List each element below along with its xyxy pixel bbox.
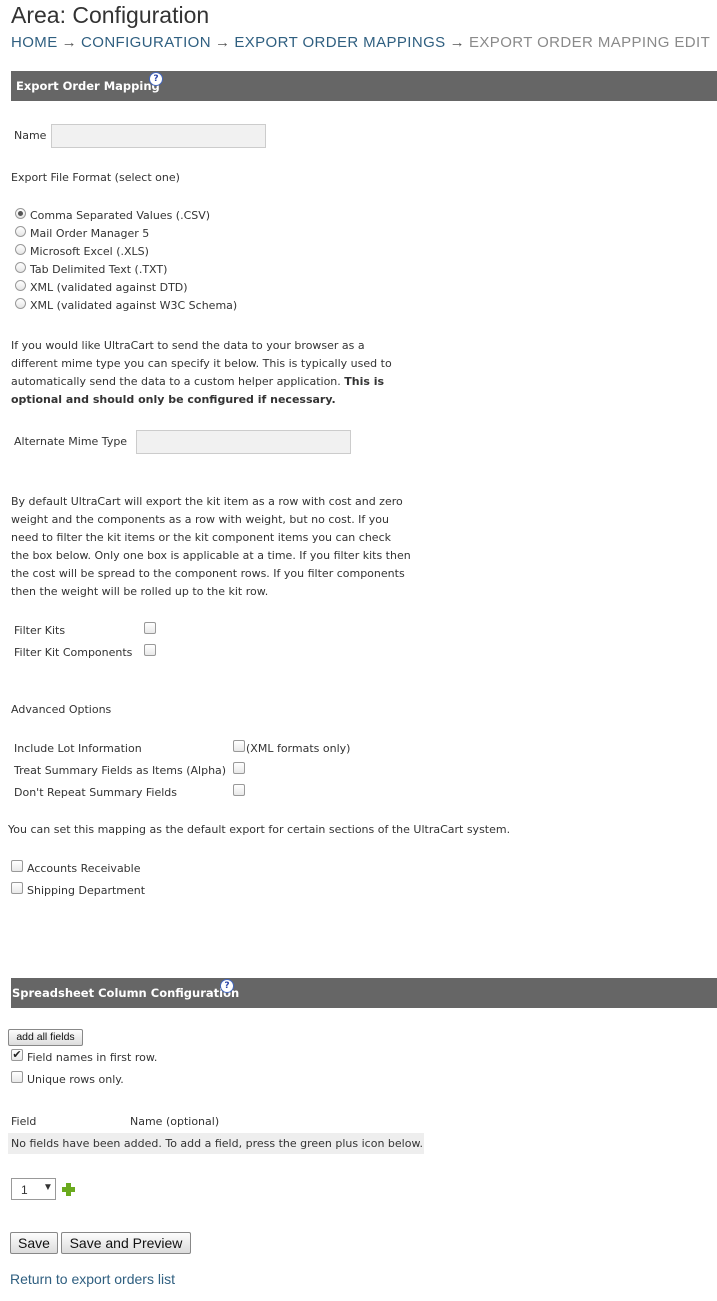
format-radio-xml-w3c[interactable] bbox=[15, 298, 26, 309]
breadcrumb-arrow: → bbox=[61, 34, 78, 51]
dont-repeat-summary-label: Don't Repeat Summary Fields bbox=[14, 786, 177, 799]
page-title: Area: Configuration bbox=[11, 2, 210, 28]
format-radio-xml-dtd[interactable] bbox=[15, 280, 26, 291]
breadcrumb-configuration[interactable]: CONFIGURATION bbox=[81, 34, 211, 51]
filter-kit-components-label: Filter Kit Components bbox=[14, 646, 133, 659]
help-icon[interactable]: ? bbox=[149, 72, 163, 86]
breadcrumb-export-order-mappings[interactable]: EXPORT ORDER MAPPINGS bbox=[234, 34, 445, 51]
shipping-department-label: Shipping Department bbox=[27, 884, 146, 897]
mime-description-text: If you would like UltraCart to send the … bbox=[11, 339, 392, 388]
format-label-csv: Comma Separated Values (.CSV) bbox=[30, 209, 211, 222]
breadcrumb-current: EXPORT ORDER MAPPING EDIT bbox=[468, 34, 711, 51]
accounts-receivable-label: Accounts Receivable bbox=[27, 862, 141, 875]
format-radio-mom5[interactable] bbox=[15, 226, 26, 237]
save-and-preview-button[interactable]: Save and Preview bbox=[61, 1232, 191, 1254]
section-title: Export Order Mapping bbox=[16, 79, 160, 93]
add-all-fields-button[interactable]: add all fields bbox=[8, 1029, 83, 1046]
plus-icon-horizontal bbox=[62, 1187, 75, 1192]
format-label-mom5: Mail Order Manager 5 bbox=[30, 227, 150, 240]
format-label-xml-dtd: XML (validated against DTD) bbox=[30, 281, 188, 294]
empty-fields-message: No fields have been added. To add a fiel… bbox=[8, 1133, 424, 1154]
export-format-heading: Export File Format (select one) bbox=[11, 171, 180, 184]
accounts-receivable-checkbox[interactable] bbox=[11, 860, 23, 872]
field-names-label: Field names in first row. bbox=[27, 1051, 158, 1064]
format-label-xls: Microsoft Excel (.XLS) bbox=[30, 245, 149, 258]
breadcrumb-arrow: → bbox=[214, 34, 231, 51]
dont-repeat-summary-checkbox[interactable] bbox=[233, 784, 245, 796]
mime-type-field[interactable] bbox=[136, 430, 351, 454]
mime-type-label: Alternate Mime Type bbox=[14, 435, 128, 448]
filter-kits-label: Filter Kits bbox=[14, 624, 66, 637]
mime-description: If you would like UltraCart to send the … bbox=[11, 337, 411, 409]
treat-summary-label: Treat Summary Fields as Items (Alpha) bbox=[14, 764, 227, 777]
field-count-select[interactable]: 1 ▼ bbox=[11, 1178, 56, 1200]
include-lot-checkbox[interactable] bbox=[233, 740, 245, 752]
filter-kits-checkbox[interactable] bbox=[144, 622, 156, 634]
name-label: Name bbox=[14, 129, 47, 142]
save-button[interactable]: Save bbox=[10, 1232, 58, 1254]
breadcrumb: HOME → CONFIGURATION → EXPORT ORDER MAPPINGS… bbox=[11, 34, 710, 51]
field-names-checkbox[interactable]: ✔ bbox=[11, 1049, 23, 1061]
chevron-down-icon: ▼ bbox=[43, 1182, 53, 1193]
plus-icon[interactable] bbox=[62, 1183, 75, 1196]
filter-kit-components-checkbox[interactable] bbox=[144, 644, 156, 656]
format-radio-csv[interactable] bbox=[15, 208, 26, 219]
section-title: Spreadsheet Column Configuration bbox=[12, 986, 240, 1000]
breadcrumb-home[interactable]: HOME bbox=[11, 34, 58, 51]
export-order-mapping-header: Export Order Mapping ? bbox=[11, 71, 717, 101]
name-field[interactable] bbox=[51, 124, 266, 148]
unique-rows-checkbox[interactable] bbox=[11, 1071, 23, 1083]
column-header-field: Field bbox=[11, 1115, 37, 1128]
spreadsheet-column-config-header: Spreadsheet Column Configuration ? bbox=[11, 978, 717, 1008]
format-radio-xls[interactable] bbox=[15, 244, 26, 255]
default-export-description: You can set this mapping as the default … bbox=[8, 823, 511, 836]
format-label-txt: Tab Delimited Text (.TXT) bbox=[30, 263, 168, 276]
kit-description: By default UltraCart will export the kit… bbox=[11, 495, 411, 598]
breadcrumb-arrow: → bbox=[449, 34, 465, 51]
include-lot-note: (XML formats only) bbox=[246, 742, 351, 755]
advanced-options-heading: Advanced Options bbox=[11, 703, 112, 716]
include-lot-label: Include Lot Information bbox=[14, 742, 142, 755]
treat-summary-checkbox[interactable] bbox=[233, 762, 245, 774]
field-count-value: 1 bbox=[21, 1183, 28, 1197]
shipping-department-checkbox[interactable] bbox=[11, 882, 23, 894]
help-icon[interactable]: ? bbox=[220, 979, 234, 993]
return-to-export-orders-link[interactable]: Return to export orders list bbox=[10, 1271, 175, 1287]
column-header-name: Name (optional) bbox=[130, 1115, 220, 1128]
format-radio-txt[interactable] bbox=[15, 262, 26, 273]
format-label-xml-w3c: XML (validated against W3C Schema) bbox=[30, 299, 238, 312]
unique-rows-label: Unique rows only. bbox=[27, 1073, 124, 1086]
